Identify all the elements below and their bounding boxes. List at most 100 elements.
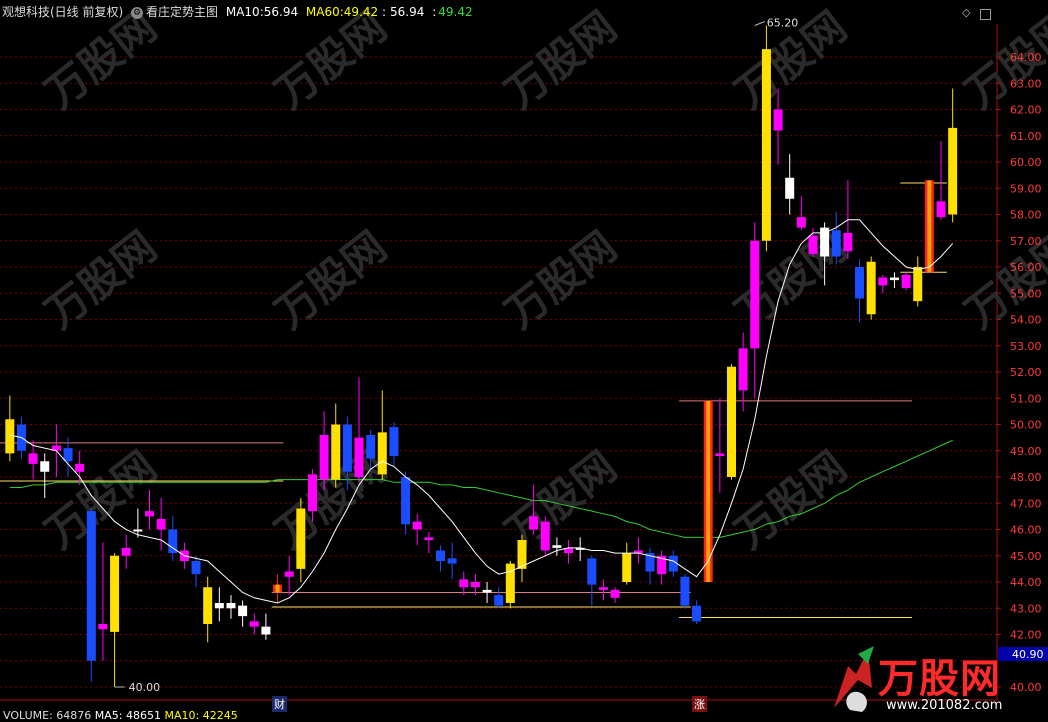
candle-body-12 [145,511,154,517]
brand-name: 万股网 [878,656,1001,702]
candle-76 [889,272,899,288]
candle-3 [40,453,50,498]
y-tick-label-17: 57.00 [1010,235,1042,248]
bull-logo-icon [834,646,874,712]
candle-35 [412,513,422,546]
candle-9 [110,553,120,687]
candle-body-61 [715,453,725,456]
candle-body-41 [482,589,492,593]
candle-28 [331,403,341,488]
candle-body-34 [401,477,411,525]
candle-body-29 [342,424,352,472]
candle-16 [191,555,201,588]
candle-38 [447,542,457,580]
candle-body-31 [366,435,376,459]
candle-34 [401,471,411,535]
diamond-icon[interactable]: ◇ [962,6,970,19]
candle-body-5 [63,448,73,462]
candle-0 [5,395,15,462]
y-tick-label-24: 64.00 [1010,51,1042,64]
candle-37 [436,545,445,572]
candle-22 [261,613,271,640]
y-axis: 40.0042.0043.0044.0045.0046.0047.0048.00… [997,51,1048,694]
y-tick-label-6: 46.00 [1010,524,1042,537]
candle-body-17 [203,587,213,624]
candle-body-58 [680,576,690,606]
candle-51 [598,579,608,601]
candle-body-74 [866,261,876,315]
y-tick-label-18: 58.00 [1010,209,1042,222]
candle-14 [168,516,178,561]
volume-ma10: MA10: 42245 [164,709,238,722]
candle-body-2 [28,453,38,464]
candle-62 [727,364,736,480]
candle-79 [924,180,934,273]
candle-body-73 [855,267,865,299]
volume-label: VOLUME: 64876 [3,709,92,722]
candle-36 [424,532,434,554]
candle-body-76 [889,277,899,281]
candle-24 [284,555,294,596]
candle-body-50 [587,558,597,585]
y-tick-label-12: 52.00 [1010,366,1042,379]
y-tick-label-4: 44.00 [1010,576,1042,589]
y-tick-label-22: 62.00 [1010,104,1042,117]
candle-12 [145,490,154,530]
candle-43 [505,561,515,609]
candle-6 [75,450,85,485]
candle-body-36 [424,537,434,540]
watermark-text-4: 万股网 [36,222,165,338]
marker-zhang[interactable]: 涨 [692,696,707,712]
candle-body-18 [214,603,224,609]
candle-74 [866,256,876,320]
candle-body-43 [505,563,515,603]
separator: : [381,5,387,19]
candle-body-32 [377,432,387,475]
volume-readout: VOLUME: 64876 MA5: 48651 MA10: 42245 [3,709,238,722]
candle-27 [319,411,329,491]
candle-42 [494,587,504,609]
y-tick-label-9: 49.00 [1010,445,1042,458]
brand-logo: 万股网 www.201082.com [828,640,1028,720]
candle-47 [552,537,562,556]
watermark-text-9: 万股网 [36,442,165,558]
low-label: 40.00 [129,681,161,694]
candle-17 [203,576,213,643]
candle-48 [564,540,574,564]
candle-body-51 [598,587,608,590]
marker-cai[interactable]: 财 [272,696,287,712]
candle-body-21 [249,621,259,627]
candles [5,25,958,687]
candle-body-6 [75,463,85,472]
candle-body-77 [901,274,911,288]
candle-75 [878,274,888,294]
ma10-value: 56.94 [263,5,299,19]
candle-71 [831,211,841,265]
candle-body-64 [750,240,760,349]
window-toggle-icon[interactable] [980,9,991,20]
candle-body-16 [191,561,201,575]
candle-52 [610,587,620,603]
indicator-name[interactable]: 看庄定势主图 [146,5,218,19]
candle-body-81 [948,127,958,215]
candle-8 [98,542,108,661]
candle-body-19 [226,603,236,609]
candle-body-52 [610,589,620,598]
candle-body-0 [5,419,15,454]
candle-body-78 [913,267,923,302]
candle-body-45 [529,516,539,530]
watermark-text-11: 万股网 [496,442,625,558]
candle-32 [377,390,387,480]
candle-body-69 [808,235,818,254]
candle-44 [517,534,527,582]
candle-core-60 [706,400,711,582]
candle-25 [296,498,306,582]
candle-40 [470,574,480,596]
stock-name[interactable]: 观想科技(日线 前复权) [2,5,123,19]
candle-body-66 [773,109,783,131]
candle-body-8 [98,624,108,630]
candle-body-72 [843,232,853,252]
candle-core-23 [275,584,280,593]
candle-63 [738,332,748,412]
settings-icon[interactable]: ⚙ [131,6,144,19]
